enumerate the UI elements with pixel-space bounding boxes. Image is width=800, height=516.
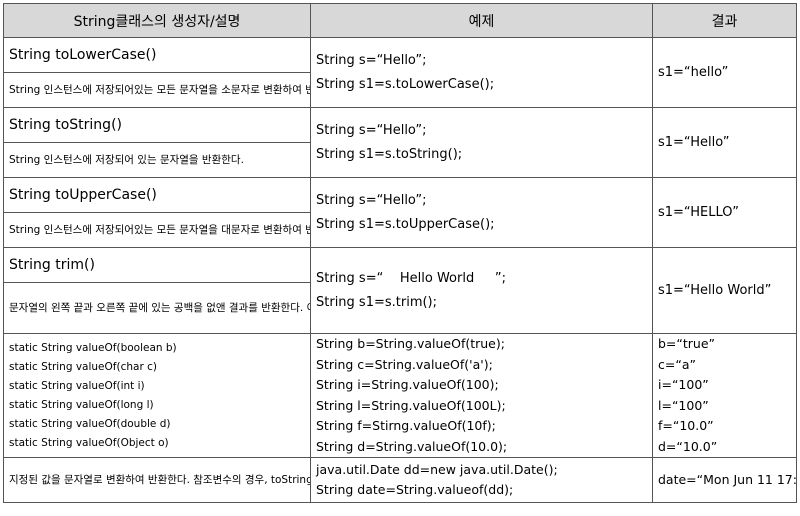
example-line: java.util.Date dd=new java.util.Date(); <box>316 461 558 477</box>
result-cell: s1=“Hello” <box>652 107 797 178</box>
result-line: c=“a” <box>658 356 696 372</box>
valueof-desc: 지정된 값을 문자열로 변환하여 반환한다. 참조변수의 경우, toStrin… <box>3 457 311 503</box>
example-line: String date=String.valueof(dd); <box>316 482 514 497</box>
signature-line: static String valueOf(int i) <box>9 379 145 392</box>
table-row: String trim() String s=“ Hello World ”; … <box>3 247 797 334</box>
header-example: 예제 <box>310 3 653 38</box>
signature-line: static String valueOf(char c) <box>9 360 157 373</box>
table-row: static String valueOf(boolean b) static … <box>3 333 797 458</box>
example-line: String s=“Hello”; <box>316 122 427 138</box>
date-result: date=“Mon Jun 11 17:27:29 KST 2018 <box>652 457 797 503</box>
signature-line: static String valueOf(Object o) <box>9 436 169 449</box>
date-example: java.util.Date dd=new java.util.Date(); … <box>310 457 653 503</box>
method-name: String toUpperCase() <box>3 177 311 213</box>
example-line: String s1=s.toUpperCase(); <box>316 216 495 232</box>
table-row: String toLowerCase() String s=“Hello”; S… <box>3 37 797 108</box>
example-line: String s=“Hello”; <box>316 192 427 208</box>
header-row: String클래스의 생성자/설명 예제 결과 <box>3 3 797 38</box>
result-cell: s1=“HELLO” <box>652 177 797 248</box>
method-name: String trim() <box>3 247 311 283</box>
result-line: d=“10.0” <box>658 438 718 454</box>
example-cell: String s=“Hello”; String s1=s.toUpperCas… <box>310 177 653 248</box>
example-cell: String s=“Hello”; String s1=s.toString()… <box>310 107 653 178</box>
result-cell: s1=“Hello World” <box>652 247 797 334</box>
example-line: String i=String.valueOf(100); <box>316 377 499 392</box>
method-desc: 문자열의 왼쪽 끝과 오른쪽 끝에 있는 공백을 없앤 결과를 반환한다. 이 … <box>3 282 311 334</box>
example-line: String b=String.valueOf(true); <box>316 336 505 351</box>
example-line: String l=String.valueOf(100L); <box>316 397 506 413</box>
valueof-examples: String b=String.valueOf(true); String c=… <box>310 333 653 458</box>
string-methods-table: String클래스의 생성자/설명 예제 결과 String toLowerCa… <box>3 3 797 503</box>
example-cell: String s=“ Hello World ”; String s1=s.tr… <box>310 247 653 334</box>
result-line: b=“true” <box>658 336 716 351</box>
example-cell: String s=“Hello”; String s1=s.toLowerCas… <box>310 37 653 108</box>
signature-line: static String valueOf(long l) <box>9 398 154 411</box>
example-line: String s=“ Hello World ”; <box>316 270 506 286</box>
example-line: String s1=s.trim(); <box>316 294 438 310</box>
result-cell: s1=“hello” <box>652 37 797 108</box>
method-desc: String 인스턴스에 저장되어있는 모든 문자열을 소문자로 변환하여 반환… <box>3 72 311 108</box>
valueof-signatures: static String valueOf(boolean b) static … <box>3 333 311 458</box>
signature-line: static String valueOf(boolean b) <box>9 341 177 354</box>
result-line: i=“100” <box>658 377 709 392</box>
example-line: String f=Stirng.valueOf(10f); <box>316 418 496 433</box>
method-desc: String 인스턴스에 저장되어 있는 문자열을 반환한다. <box>3 142 311 178</box>
method-name: String toString() <box>3 107 311 143</box>
example-line: String s1=s.toLowerCase(); <box>316 76 495 92</box>
example-line: String d=String.valueOf(10.0); <box>316 438 508 454</box>
table-row: String toUpperCase() String s=“Hello”; S… <box>3 177 797 248</box>
example-line: String s=“Hello”; <box>316 52 427 68</box>
method-desc: String 인스턴스에 저장되어있는 모든 문자열을 대문자로 변환하여 반환… <box>3 212 311 248</box>
valueof-results: b=“true” c=“a” i=“100” l=“100” f=“10.0” … <box>652 333 797 458</box>
example-line: String c=String.valueOf('a'); <box>316 356 493 372</box>
signature-line: static String valueOf(double d) <box>9 417 171 430</box>
result-line: f=“10.0” <box>658 418 714 433</box>
header-methods: String클래스의 생성자/설명 <box>3 3 311 38</box>
result-line: l=“100” <box>658 397 709 413</box>
example-line: String s1=s.toString(); <box>316 146 463 162</box>
header-result: 결과 <box>652 3 797 38</box>
method-name: String toLowerCase() <box>3 37 311 73</box>
table-row: String toString() String s=“Hello”; Stri… <box>3 107 797 178</box>
table-row: 지정된 값을 문자열로 변환하여 반환한다. 참조변수의 경우, toStrin… <box>3 457 797 503</box>
